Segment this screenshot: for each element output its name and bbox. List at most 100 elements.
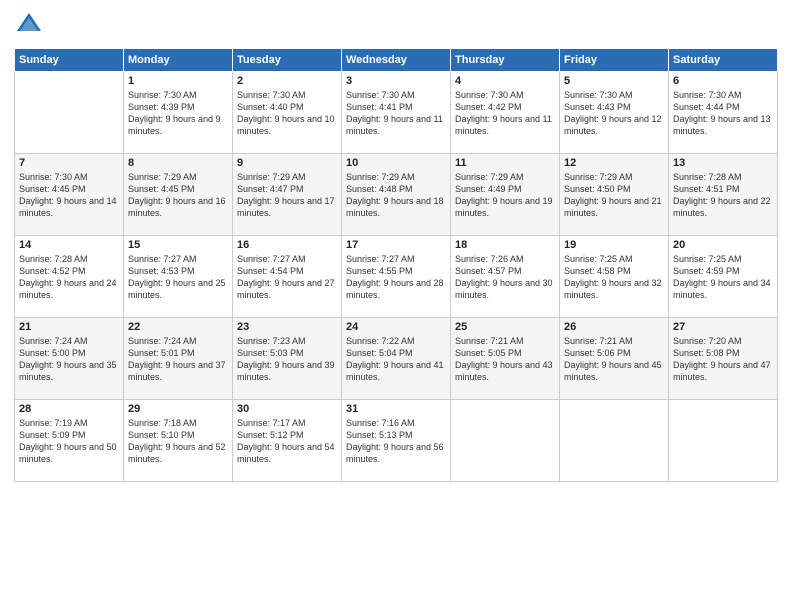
week-row-3: 14Sunrise: 7:28 AMSunset: 4:52 PMDayligh… xyxy=(15,236,778,318)
day-cell: 30 Sunrise: 7:17 AMSunset: 5:12 PMDayligh… xyxy=(233,400,342,482)
day-number: 15 xyxy=(128,239,228,251)
day-cell: 6Sunrise: 7:30 AMSunset: 4:44 PMDaylight… xyxy=(669,72,778,154)
week-row-4: 21Sunrise: 7:24 AMSunset: 5:00 PMDayligh… xyxy=(15,318,778,400)
day-cell: 20 Sunrise: 7:25 AMSunset: 4:59 PMDayligh… xyxy=(669,236,778,318)
day-number: 18 xyxy=(455,239,555,251)
day-number: 2 xyxy=(237,75,337,87)
day-cell: 19 Sunrise: 7:25 AMSunset: 4:58 PMDayligh… xyxy=(560,236,669,318)
day-info: Sunrise: 7:29 AMSunset: 4:50 PMDaylight:… xyxy=(564,171,664,220)
col-header-saturday: Saturday xyxy=(669,49,778,72)
day-number: 9 xyxy=(237,157,337,169)
day-cell: 25 Sunrise: 7:21 AMSunset: 5:05 PMDayligh… xyxy=(451,318,560,400)
day-number: 24 xyxy=(346,321,446,333)
day-info: Sunrise: 7:24 AMSunset: 5:01 PMDaylight:… xyxy=(128,335,228,384)
day-number: 19 xyxy=(564,239,664,251)
day-cell: 18 Sunrise: 7:26 AMSunset: 4:57 PMDayligh… xyxy=(451,236,560,318)
day-info: Sunrise: 7:26 AMSunset: 4:57 PMDaylight:… xyxy=(455,253,555,302)
day-number: 17 xyxy=(346,239,446,251)
header-row: SundayMondayTuesdayWednesdayThursdayFrid… xyxy=(15,49,778,72)
day-info: Sunrise: 7:25 AMSunset: 4:58 PMDaylight:… xyxy=(564,253,664,302)
day-number: 29 xyxy=(128,403,228,415)
day-cell: 4 Sunrise: 7:30 AMSunset: 4:42 PMDaylight… xyxy=(451,72,560,154)
day-info: Sunrise: 7:30 AMSunset: 4:44 PMDaylight:… xyxy=(673,89,773,138)
day-info: Sunrise: 7:29 AMSunset: 4:45 PMDaylight:… xyxy=(128,171,228,220)
day-info: Sunrise: 7:29 AMSunset: 4:47 PMDaylight:… xyxy=(237,171,337,220)
day-cell: 28Sunrise: 7:19 AMSunset: 5:09 PMDayligh… xyxy=(15,400,124,482)
logo xyxy=(14,10,48,40)
day-cell: 26 Sunrise: 7:21 AMSunset: 5:06 PMDayligh… xyxy=(560,318,669,400)
day-info: Sunrise: 7:21 AMSunset: 5:06 PMDaylight:… xyxy=(564,335,664,384)
day-cell: 31Sunrise: 7:16 AMSunset: 5:13 PMDayligh… xyxy=(342,400,451,482)
day-cell: 1Sunrise: 7:30 AMSunset: 4:39 PMDaylight… xyxy=(124,72,233,154)
day-cell: 24 Sunrise: 7:22 AMSunset: 5:04 PMDayligh… xyxy=(342,318,451,400)
day-cell: 15 Sunrise: 7:27 AMSunset: 4:53 PMDayligh… xyxy=(124,236,233,318)
day-number: 12 xyxy=(564,157,664,169)
col-header-monday: Monday xyxy=(124,49,233,72)
col-header-friday: Friday xyxy=(560,49,669,72)
day-number: 27 xyxy=(673,321,773,333)
day-info: Sunrise: 7:27 AMSunset: 4:53 PMDaylight:… xyxy=(128,253,228,302)
day-number: 14 xyxy=(19,239,119,251)
day-number: 5 xyxy=(564,75,664,87)
day-cell: 3 Sunrise: 7:30 AMSunset: 4:41 PMDaylight… xyxy=(342,72,451,154)
day-number: 8 xyxy=(128,157,228,169)
week-row-2: 7 Sunrise: 7:30 AMSunset: 4:45 PMDaylight… xyxy=(15,154,778,236)
day-cell: 8 Sunrise: 7:29 AMSunset: 4:45 PMDaylight… xyxy=(124,154,233,236)
calendar-table: SundayMondayTuesdayWednesdayThursdayFrid… xyxy=(14,48,778,482)
col-header-wednesday: Wednesday xyxy=(342,49,451,72)
day-number: 11 xyxy=(455,157,555,169)
logo-icon xyxy=(14,10,44,40)
day-number: 25 xyxy=(455,321,555,333)
day-cell: 11 Sunrise: 7:29 AMSunset: 4:49 PMDayligh… xyxy=(451,154,560,236)
week-row-5: 28Sunrise: 7:19 AMSunset: 5:09 PMDayligh… xyxy=(15,400,778,482)
day-cell: 16 Sunrise: 7:27 AMSunset: 4:54 PMDayligh… xyxy=(233,236,342,318)
day-number: 30 xyxy=(237,403,337,415)
day-info: Sunrise: 7:30 AMSunset: 4:40 PMDaylight:… xyxy=(237,89,337,138)
day-cell: 14Sunrise: 7:28 AMSunset: 4:52 PMDayligh… xyxy=(15,236,124,318)
day-cell: 21Sunrise: 7:24 AMSunset: 5:00 PMDayligh… xyxy=(15,318,124,400)
day-number: 10 xyxy=(346,157,446,169)
day-number: 16 xyxy=(237,239,337,251)
day-cell: 27 Sunrise: 7:20 AMSunset: 5:08 PMDayligh… xyxy=(669,318,778,400)
day-number: 26 xyxy=(564,321,664,333)
col-header-thursday: Thursday xyxy=(451,49,560,72)
day-number: 1 xyxy=(128,75,228,87)
day-number: 20 xyxy=(673,239,773,251)
day-info: Sunrise: 7:27 AMSunset: 4:55 PMDaylight:… xyxy=(346,253,446,302)
day-cell xyxy=(669,400,778,482)
day-info: Sunrise: 7:25 AMSunset: 4:59 PMDaylight:… xyxy=(673,253,773,302)
day-info: Sunrise: 7:21 AMSunset: 5:05 PMDaylight:… xyxy=(455,335,555,384)
day-info: Sunrise: 7:19 AMSunset: 5:09 PMDaylight:… xyxy=(19,417,119,466)
day-cell: 22 Sunrise: 7:24 AMSunset: 5:01 PMDayligh… xyxy=(124,318,233,400)
day-info: Sunrise: 7:18 AMSunset: 5:10 PMDaylight:… xyxy=(128,417,228,466)
day-info: Sunrise: 7:24 AMSunset: 5:00 PMDaylight:… xyxy=(19,335,119,384)
day-info: Sunrise: 7:23 AMSunset: 5:03 PMDaylight:… xyxy=(237,335,337,384)
day-info: Sunrise: 7:30 AMSunset: 4:42 PMDaylight:… xyxy=(455,89,555,138)
day-number: 23 xyxy=(237,321,337,333)
day-info: Sunrise: 7:17 AMSunset: 5:12 PMDaylight:… xyxy=(237,417,337,466)
day-number: 3 xyxy=(346,75,446,87)
day-number: 22 xyxy=(128,321,228,333)
day-info: Sunrise: 7:29 AMSunset: 4:49 PMDaylight:… xyxy=(455,171,555,220)
day-cell: 17 Sunrise: 7:27 AMSunset: 4:55 PMDayligh… xyxy=(342,236,451,318)
day-number: 4 xyxy=(455,75,555,87)
header xyxy=(14,10,778,40)
day-number: 13 xyxy=(673,157,773,169)
day-cell xyxy=(451,400,560,482)
week-row-1: 1Sunrise: 7:30 AMSunset: 4:39 PMDaylight… xyxy=(15,72,778,154)
day-info: Sunrise: 7:29 AMSunset: 4:48 PMDaylight:… xyxy=(346,171,446,220)
day-number: 7 xyxy=(19,157,119,169)
day-info: Sunrise: 7:30 AMSunset: 4:43 PMDaylight:… xyxy=(564,89,664,138)
day-info: Sunrise: 7:27 AMSunset: 4:54 PMDaylight:… xyxy=(237,253,337,302)
day-info: Sunrise: 7:22 AMSunset: 5:04 PMDaylight:… xyxy=(346,335,446,384)
day-info: Sunrise: 7:30 AMSunset: 4:45 PMDaylight:… xyxy=(19,171,119,220)
day-info: Sunrise: 7:28 AMSunset: 4:51 PMDaylight:… xyxy=(673,171,773,220)
day-info: Sunrise: 7:20 AMSunset: 5:08 PMDaylight:… xyxy=(673,335,773,384)
day-info: Sunrise: 7:30 AMSunset: 4:41 PMDaylight:… xyxy=(346,89,446,138)
day-cell: 7 Sunrise: 7:30 AMSunset: 4:45 PMDaylight… xyxy=(15,154,124,236)
day-cell: 9 Sunrise: 7:29 AMSunset: 4:47 PMDaylight… xyxy=(233,154,342,236)
day-info: Sunrise: 7:16 AMSunset: 5:13 PMDaylight:… xyxy=(346,417,446,466)
day-cell: 10 Sunrise: 7:29 AMSunset: 4:48 PMDayligh… xyxy=(342,154,451,236)
page: SundayMondayTuesdayWednesdayThursdayFrid… xyxy=(0,0,792,612)
col-header-tuesday: Tuesday xyxy=(233,49,342,72)
